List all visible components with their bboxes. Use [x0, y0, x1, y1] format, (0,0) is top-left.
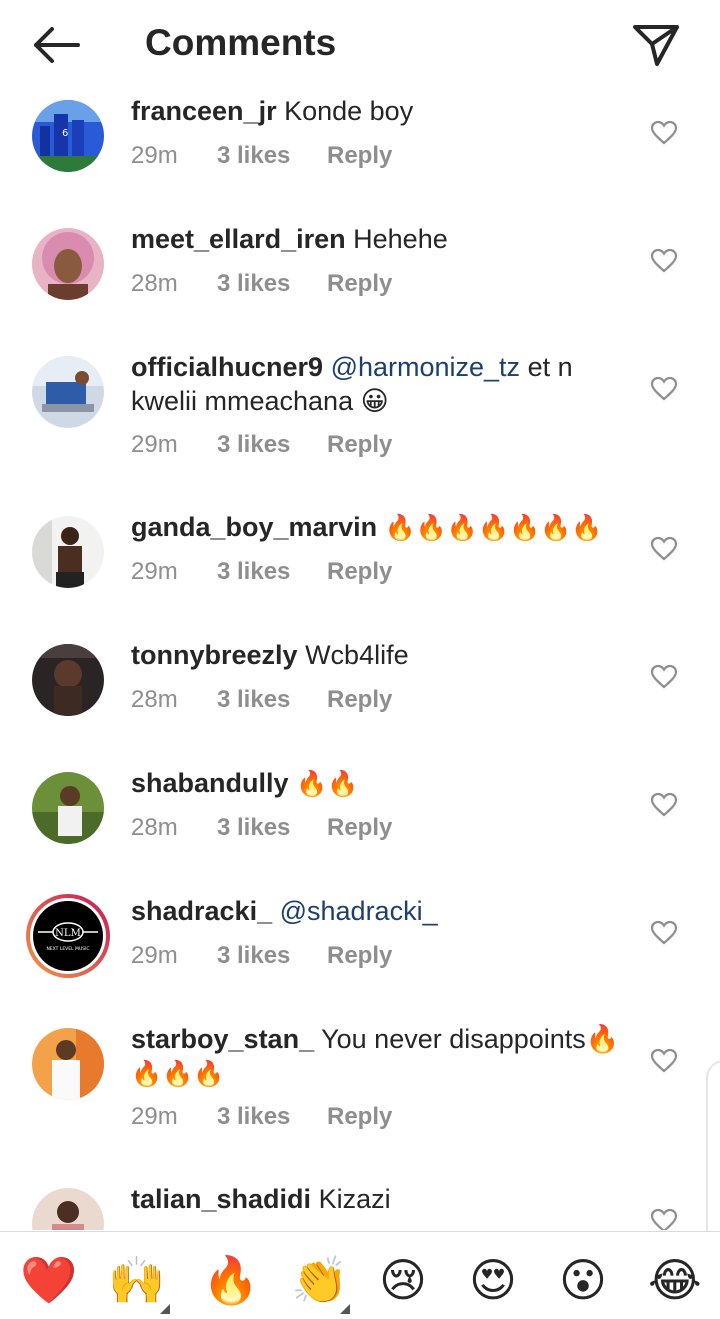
clapping-hands-emoji-icon[interactable]: 👏: [291, 1254, 348, 1306]
skin-tone-indicator-icon: [160, 1304, 170, 1314]
comment-text: You never disappoints🔥: [321, 1024, 620, 1054]
comments-list: 6 franceen_jr Konde boy 29m 3 likes Repl…: [0, 90, 720, 1230]
comment-likes[interactable]: 3 likes: [217, 814, 327, 842]
comment-time: 29m: [131, 558, 178, 585]
heart-icon[interactable]: [650, 920, 678, 946]
comment-text-line2: kwelii mmeachana 😀: [131, 386, 389, 416]
reply-button[interactable]: Reply: [327, 431, 392, 459]
avatar-logo-text: NLM: [55, 928, 81, 939]
comment-likes[interactable]: 3 likes: [217, 431, 327, 459]
tears-of-joy-emoji-icon[interactable]: 😂: [648, 1254, 702, 1306]
comment-text-line2: 🔥🔥🔥: [131, 1060, 225, 1088]
comment-item: starboy_stan_ You never disappoints🔥 🔥🔥🔥…: [0, 1018, 720, 1178]
comment-time: 28m: [131, 270, 178, 297]
paper-plane-icon[interactable]: [630, 22, 682, 68]
avatar-logo-subtext: NEXT LEVEL MUSIC: [46, 946, 89, 952]
red-heart-emoji-icon[interactable]: ❤️: [20, 1254, 77, 1306]
heart-icon[interactable]: [650, 792, 678, 818]
reply-button[interactable]: Reply: [327, 686, 392, 714]
avatar[interactable]: [32, 356, 104, 428]
raised-hands-emoji-icon[interactable]: 🙌: [108, 1254, 165, 1306]
comment-item: NLM NEXT LEVEL MUSIC shadracki_ @shadrac…: [0, 890, 720, 1018]
avatar[interactable]: [32, 1028, 104, 1100]
comment-username[interactable]: officialhucner9: [131, 352, 323, 382]
avatar-story-ring[interactable]: NLM NEXT LEVEL MUSIC: [24, 892, 112, 980]
comment-username[interactable]: shabandully: [131, 768, 289, 798]
heart-icon[interactable]: [650, 536, 678, 562]
comment-mention[interactable]: @harmonize_tz: [331, 352, 521, 382]
comment-time: 29m: [131, 142, 178, 169]
comment-likes[interactable]: 3 likes: [217, 270, 327, 298]
reply-button[interactable]: Reply: [327, 142, 392, 170]
comment-time: 29m: [131, 431, 178, 458]
comment-likes[interactable]: 3 likes: [217, 942, 327, 970]
comment-text: Konde boy: [284, 96, 414, 126]
comment-item: shabandully 🔥🔥 28m 3 likes Reply: [0, 762, 720, 890]
emoji-reaction-bar: ❤️ 🙌 🔥 👏 😢 😍 😮 😂: [0, 1231, 720, 1319]
comment-time: 29m: [131, 942, 178, 969]
comment-item: ganda_boy_marvin 🔥🔥🔥🔥🔥🔥🔥 29m 3 likes Rep…: [0, 506, 720, 634]
reply-button[interactable]: Reply: [327, 1103, 392, 1131]
avatar[interactable]: [32, 228, 104, 300]
avatar[interactable]: [32, 644, 104, 716]
surprised-face-emoji-icon[interactable]: 😮: [559, 1254, 607, 1306]
comment-username[interactable]: talian_shadidi: [131, 1184, 311, 1214]
comment-mention[interactable]: @shadracki_: [280, 896, 438, 926]
crying-face-emoji-icon[interactable]: 😢: [379, 1254, 427, 1306]
comment-likes[interactable]: 3 likes: [217, 558, 327, 586]
heart-icon[interactable]: [650, 248, 678, 274]
arrow-left-icon[interactable]: [28, 24, 82, 66]
comment-text: Kizazi: [318, 1184, 391, 1214]
comment-username[interactable]: starboy_stan_: [131, 1024, 314, 1054]
reply-button[interactable]: Reply: [327, 270, 392, 298]
heart-icon[interactable]: [650, 664, 678, 690]
comment-username[interactable]: tonnybreezly: [131, 640, 298, 670]
comment-text: Wcb4life: [305, 640, 409, 670]
comment-likes[interactable]: 3 likes: [217, 1103, 327, 1131]
avatar[interactable]: [32, 1188, 104, 1230]
comment-text: Hehehe: [353, 224, 448, 254]
comment-text: et n: [527, 352, 573, 382]
avatar[interactable]: 6: [32, 100, 104, 172]
reply-button[interactable]: Reply: [327, 942, 392, 970]
skin-tone-indicator-icon: [340, 1304, 350, 1314]
comment-item: officialhucner9 @harmonize_tz et n kweli…: [0, 346, 720, 506]
comment-username[interactable]: franceen_jr: [131, 96, 277, 126]
comment-username[interactable]: shadracki_: [131, 896, 272, 926]
comment-time: 28m: [131, 686, 178, 713]
comment-likes[interactable]: 3 likes: [217, 142, 327, 170]
comment-item: meet_ellard_iren Hehehe 28m 3 likes Repl…: [0, 218, 720, 346]
header-bar: Comments: [0, 0, 720, 90]
heart-icon[interactable]: [650, 376, 678, 402]
reply-button[interactable]: Reply: [327, 814, 392, 842]
page-title: Comments: [145, 22, 337, 63]
heart-icon[interactable]: [650, 1048, 678, 1074]
comment-text: 🔥🔥: [296, 770, 359, 798]
heart-icon[interactable]: [650, 120, 678, 146]
heart-eyes-emoji-icon[interactable]: 😍: [469, 1254, 517, 1306]
comment-item: talian_shadidi Kizazi: [0, 1178, 720, 1230]
avatar[interactable]: [32, 772, 104, 844]
svg-text:6: 6: [62, 128, 68, 139]
comment-item: 6 franceen_jr Konde boy 29m 3 likes Repl…: [0, 90, 720, 218]
comment-username[interactable]: ganda_boy_marvin: [131, 512, 377, 542]
comment-likes[interactable]: 3 likes: [217, 686, 327, 714]
comment-time: 28m: [131, 814, 178, 841]
comment-text: 🔥🔥🔥🔥🔥🔥🔥: [384, 514, 603, 542]
reply-button[interactable]: Reply: [327, 558, 392, 586]
comment-username[interactable]: meet_ellard_iren: [131, 224, 346, 254]
fire-emoji-icon[interactable]: 🔥: [202, 1254, 259, 1306]
avatar[interactable]: [32, 516, 104, 588]
comment-item: tonnybreezly Wcb4life 28m 3 likes Reply: [0, 634, 720, 762]
comment-time: 29m: [131, 1103, 178, 1130]
heart-icon[interactable]: [650, 1208, 678, 1230]
